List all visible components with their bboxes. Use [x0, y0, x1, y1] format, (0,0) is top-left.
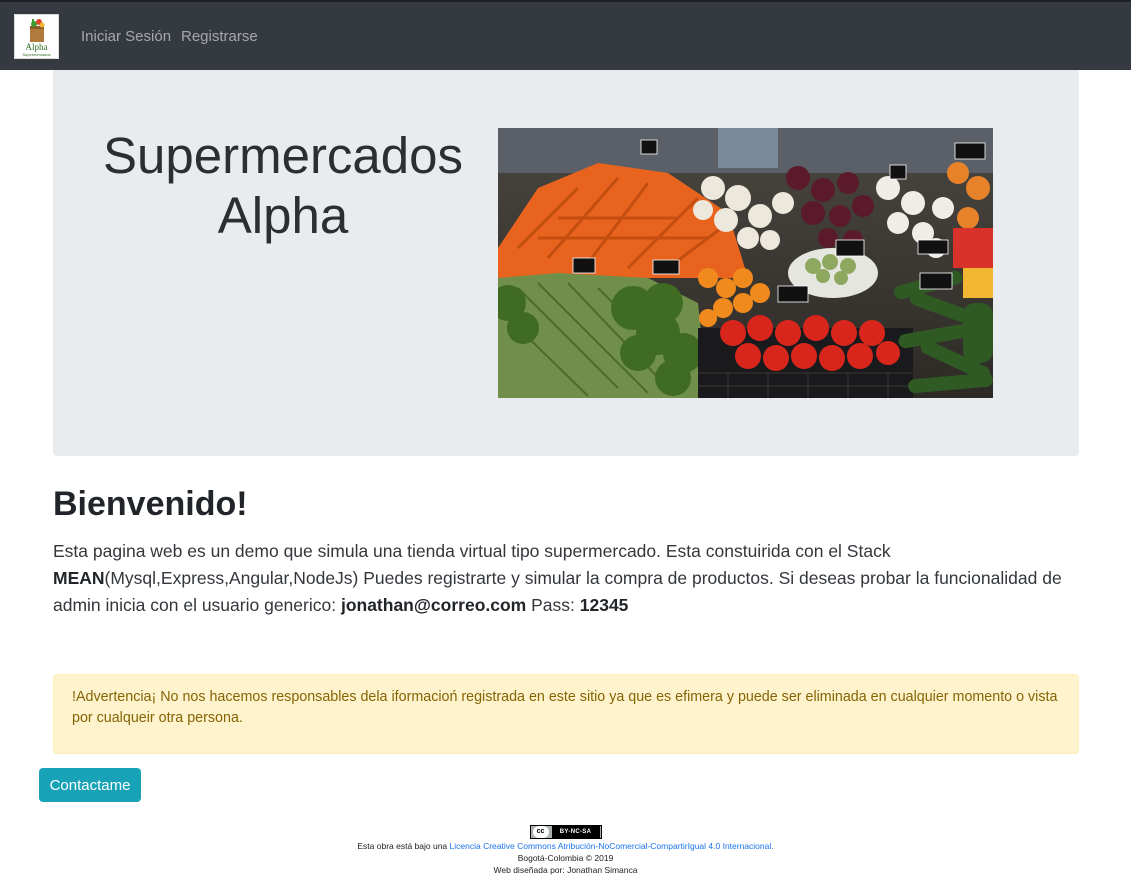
welcome-text-1: Esta pagina web es un demo que simula un…: [53, 541, 891, 561]
hero-title-line2: Alpha: [217, 187, 349, 244]
footer: cc BY-NC-SA Esta obra está bajo una Lice…: [0, 824, 1131, 876]
cc-icon: cc: [532, 826, 549, 838]
vegetable-market-image: [498, 128, 993, 398]
footer-credits: Web diseñada por: Jonathan Simanca: [493, 865, 638, 875]
cc-terms-label: BY-NC-SA: [551, 826, 600, 838]
warning-alert-text: !Advertencia¡ No nos hacemos responsable…: [72, 689, 1058, 726]
warning-alert: !Advertencia¡ No nos hacemos responsable…: [53, 674, 1079, 754]
welcome-title: Bienvenido!: [53, 485, 248, 523]
license-prefix: Esta obra está bajo una: [357, 841, 450, 851]
license-line: Esta obra está bajo una Licencia Creativ…: [0, 840, 1131, 852]
hero-jumbotron: Supermercados Alpha: [53, 70, 1079, 456]
demo-pass: 12345: [579, 595, 629, 615]
logo-title: Alpha: [25, 42, 48, 52]
cc-license-badge[interactable]: cc BY-NC-SA: [529, 825, 602, 839]
stack-name: MEAN: [53, 568, 105, 588]
footer-location: Bogotá-Colombia © 2019: [517, 853, 614, 863]
nav-login-link[interactable]: Iniciar Sesión: [81, 28, 171, 45]
hero-title: Supermercados Alpha: [103, 126, 463, 246]
demo-user: jonathan@correo.com: [340, 595, 527, 615]
contact-button[interactable]: Contactame: [39, 768, 141, 802]
nav-register-link[interactable]: Registrarse: [181, 28, 258, 45]
welcome-text-3: Pass:: [526, 595, 580, 615]
logo-subtitle: Supermercados: [22, 52, 51, 57]
hero-title-line1: Supermercados: [103, 127, 464, 184]
grocery-bag-icon: [29, 19, 44, 42]
license-link[interactable]: Licencia Creative Commons Atribución-NoC…: [450, 841, 774, 851]
welcome-description: Esta pagina web es un demo que simula un…: [53, 538, 1083, 619]
navbar: Alpha Supermercados Iniciar Sesión Regis…: [0, 0, 1131, 70]
brand-logo[interactable]: Alpha Supermercados: [14, 14, 59, 59]
